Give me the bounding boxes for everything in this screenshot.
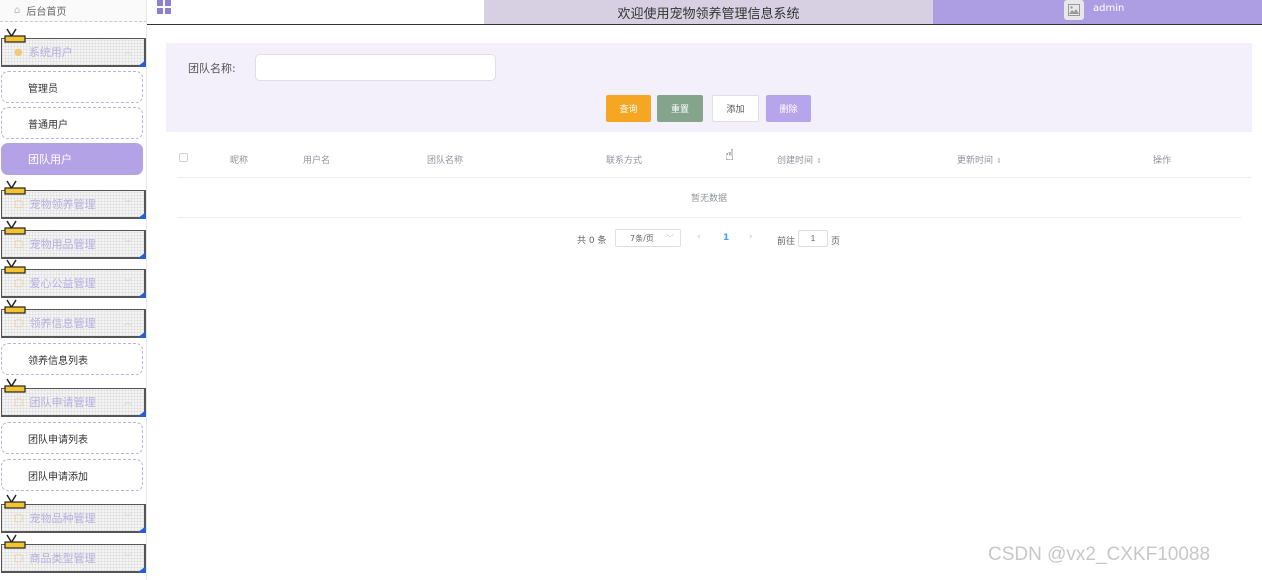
corner-decoration (137, 291, 146, 298)
chevron-down-icon: ﹀ (666, 234, 674, 243)
next-page-button[interactable]: › (749, 232, 753, 242)
chevron-down-icon: ﹀ (124, 239, 132, 248)
sort-icon[interactable]: ⇕ (816, 157, 822, 165)
binder-clip-icon (4, 299, 26, 314)
sidebar-item-team-application-add[interactable]: 团队申请添加 (1, 459, 143, 491)
chevron-down-icon: ﹀ (124, 553, 132, 562)
binder-clip-icon (4, 378, 26, 393)
page-size-select[interactable]: 7条/页 ﹀ (615, 229, 681, 247)
column-header-team-name: 团队名称 (427, 156, 464, 166)
document-icon: ▢ (14, 238, 24, 250)
sidebar-item-label: 团队申请列表 (28, 434, 88, 446)
table-empty-row: 暂无数据 (177, 178, 1241, 218)
prev-page-button[interactable]: ‹ (697, 232, 701, 242)
sidebar-item-label: 领养信息列表 (28, 355, 88, 367)
column-header-created-time[interactable]: 创建时间 ⇕ (777, 153, 822, 166)
document-icon: ▢ (14, 198, 24, 210)
document-icon: ▢ (14, 277, 24, 289)
user-area[interactable]: admin (933, 0, 1262, 24)
team-name-label: 团队名称: (188, 62, 236, 75)
hand-cursor-icon: ☝ (725, 146, 735, 164)
column-header-label: 更新时间 (957, 156, 994, 166)
pagination-total: 共 0 条 (577, 236, 607, 246)
table-header: 昵称 用户名 团队名称 联系方式 创建时间 ⇕ 更新时间 ⇕ 操作 (177, 140, 1252, 178)
delete-button[interactable]: 删除 (766, 95, 811, 122)
system-title-bar: 欢迎使用宠物领养管理信息系统 (484, 0, 933, 24)
sidebar-group-label: 宠物品种管理 (29, 512, 96, 525)
document-icon: ▢ (14, 317, 24, 329)
sidebar-item-normal-user[interactable]: 普通用户 (1, 107, 143, 139)
sidebar-item-team-user[interactable]: 团队用户 (1, 143, 143, 175)
column-header-actions: 操作 (1153, 156, 1172, 166)
chevron-up-icon: ︿ (124, 47, 132, 56)
avatar[interactable] (1064, 0, 1084, 20)
corner-decoration (137, 410, 146, 417)
binder-clip-icon (4, 180, 26, 195)
column-header-nickname: 昵称 (230, 156, 249, 166)
chevron-down-icon: ﹀ (124, 199, 132, 208)
search-panel: 团队名称: 查询 重置 添加 删除 (166, 43, 1252, 132)
corner-decoration (137, 60, 146, 67)
binder-clip-icon (4, 28, 26, 43)
sidebar-item-admin[interactable]: 管理员 (1, 71, 143, 103)
system-title: 欢迎使用宠物领养管理信息系统 (617, 6, 800, 22)
sort-icon[interactable]: ⇕ (996, 157, 1002, 165)
sidebar-item-team-application-list[interactable]: 团队申请列表 (1, 422, 143, 454)
query-button[interactable]: 查询 (606, 95, 651, 122)
sidebar-item-home[interactable]: ⌂ 后台首页 (0, 0, 146, 22)
sidebar-item-label: 团队申请添加 (28, 471, 88, 483)
menu-grid-icon[interactable] (157, 0, 171, 14)
user-icon: ● (14, 46, 23, 58)
corner-decoration (137, 566, 146, 573)
corner-decoration (137, 212, 146, 219)
corner-decoration (137, 252, 146, 259)
column-header-label: 创建时间 (777, 156, 814, 166)
username[interactable]: admin (1093, 3, 1124, 14)
binder-clip-icon (4, 494, 26, 509)
chevron-up-icon: ︿ (124, 318, 132, 327)
binder-clip-icon (4, 220, 26, 235)
column-header-contact: 联系方式 (606, 156, 643, 166)
sidebar-item-label: 普通用户 (28, 119, 68, 131)
binder-clip-icon (4, 534, 26, 549)
select-all-checkbox[interactable] (179, 153, 188, 162)
chevron-down-icon: ﹀ (124, 278, 132, 287)
current-page[interactable]: 1 (723, 233, 729, 243)
sidebar-item-label: 后台首页 (26, 7, 67, 18)
top-header: 欢迎使用宠物领养管理信息系统 admin (147, 0, 1262, 25)
sidebar-group-label: 爱心公益管理 (29, 277, 96, 290)
document-icon: ▢ (14, 396, 24, 408)
chevron-down-icon: ﹀ (124, 513, 132, 522)
document-icon: ▢ (14, 552, 24, 564)
sidebar-group-label: 商品类型管理 (29, 552, 96, 565)
goto-page-input[interactable] (798, 230, 828, 247)
page-size-value: 7条/页 (630, 233, 654, 243)
sidebar-group-label: 领养信息管理 (29, 317, 96, 330)
goto-label: 前往 (777, 237, 796, 247)
sidebar-group-label: 宠物领养管理 (29, 198, 96, 211)
empty-text: 暂无数据 (690, 194, 727, 204)
sidebar-group-label: 宠物用品管理 (29, 238, 96, 251)
column-header-updated-time[interactable]: 更新时间 ⇕ (957, 153, 1002, 166)
chevron-up-icon: ︿ (124, 397, 132, 406)
sidebar-group-label: 团队申请管理 (29, 396, 96, 409)
sidebar-item-label: 管理员 (28, 83, 58, 95)
corner-decoration (137, 526, 146, 533)
column-header-username: 用户名 (303, 156, 331, 166)
binder-clip-icon (4, 259, 26, 274)
add-button[interactable]: 添加 (712, 95, 759, 122)
watermark: CSDN @vx2_CXKF10088 (988, 544, 1211, 565)
page-unit-label: 页 (831, 237, 841, 247)
corner-decoration (137, 331, 146, 338)
document-icon: ▢ (14, 512, 24, 524)
sidebar-group-label: 系统用户 (28, 46, 73, 59)
home-icon: ⌂ (14, 5, 21, 16)
sidebar-item-adoption-list[interactable]: 领养信息列表 (1, 343, 143, 375)
reset-button[interactable]: 重置 (657, 95, 703, 122)
sidebar: ⌂ 后台首页 ● 系统用户 ︿ 管理员 普通用户 团队用户 ▢ 宠物领养管理 ﹀… (0, 0, 147, 580)
image-icon (1068, 4, 1080, 16)
team-name-search-input[interactable] (255, 54, 496, 81)
sidebar-item-label: 团队用户 (28, 153, 72, 166)
